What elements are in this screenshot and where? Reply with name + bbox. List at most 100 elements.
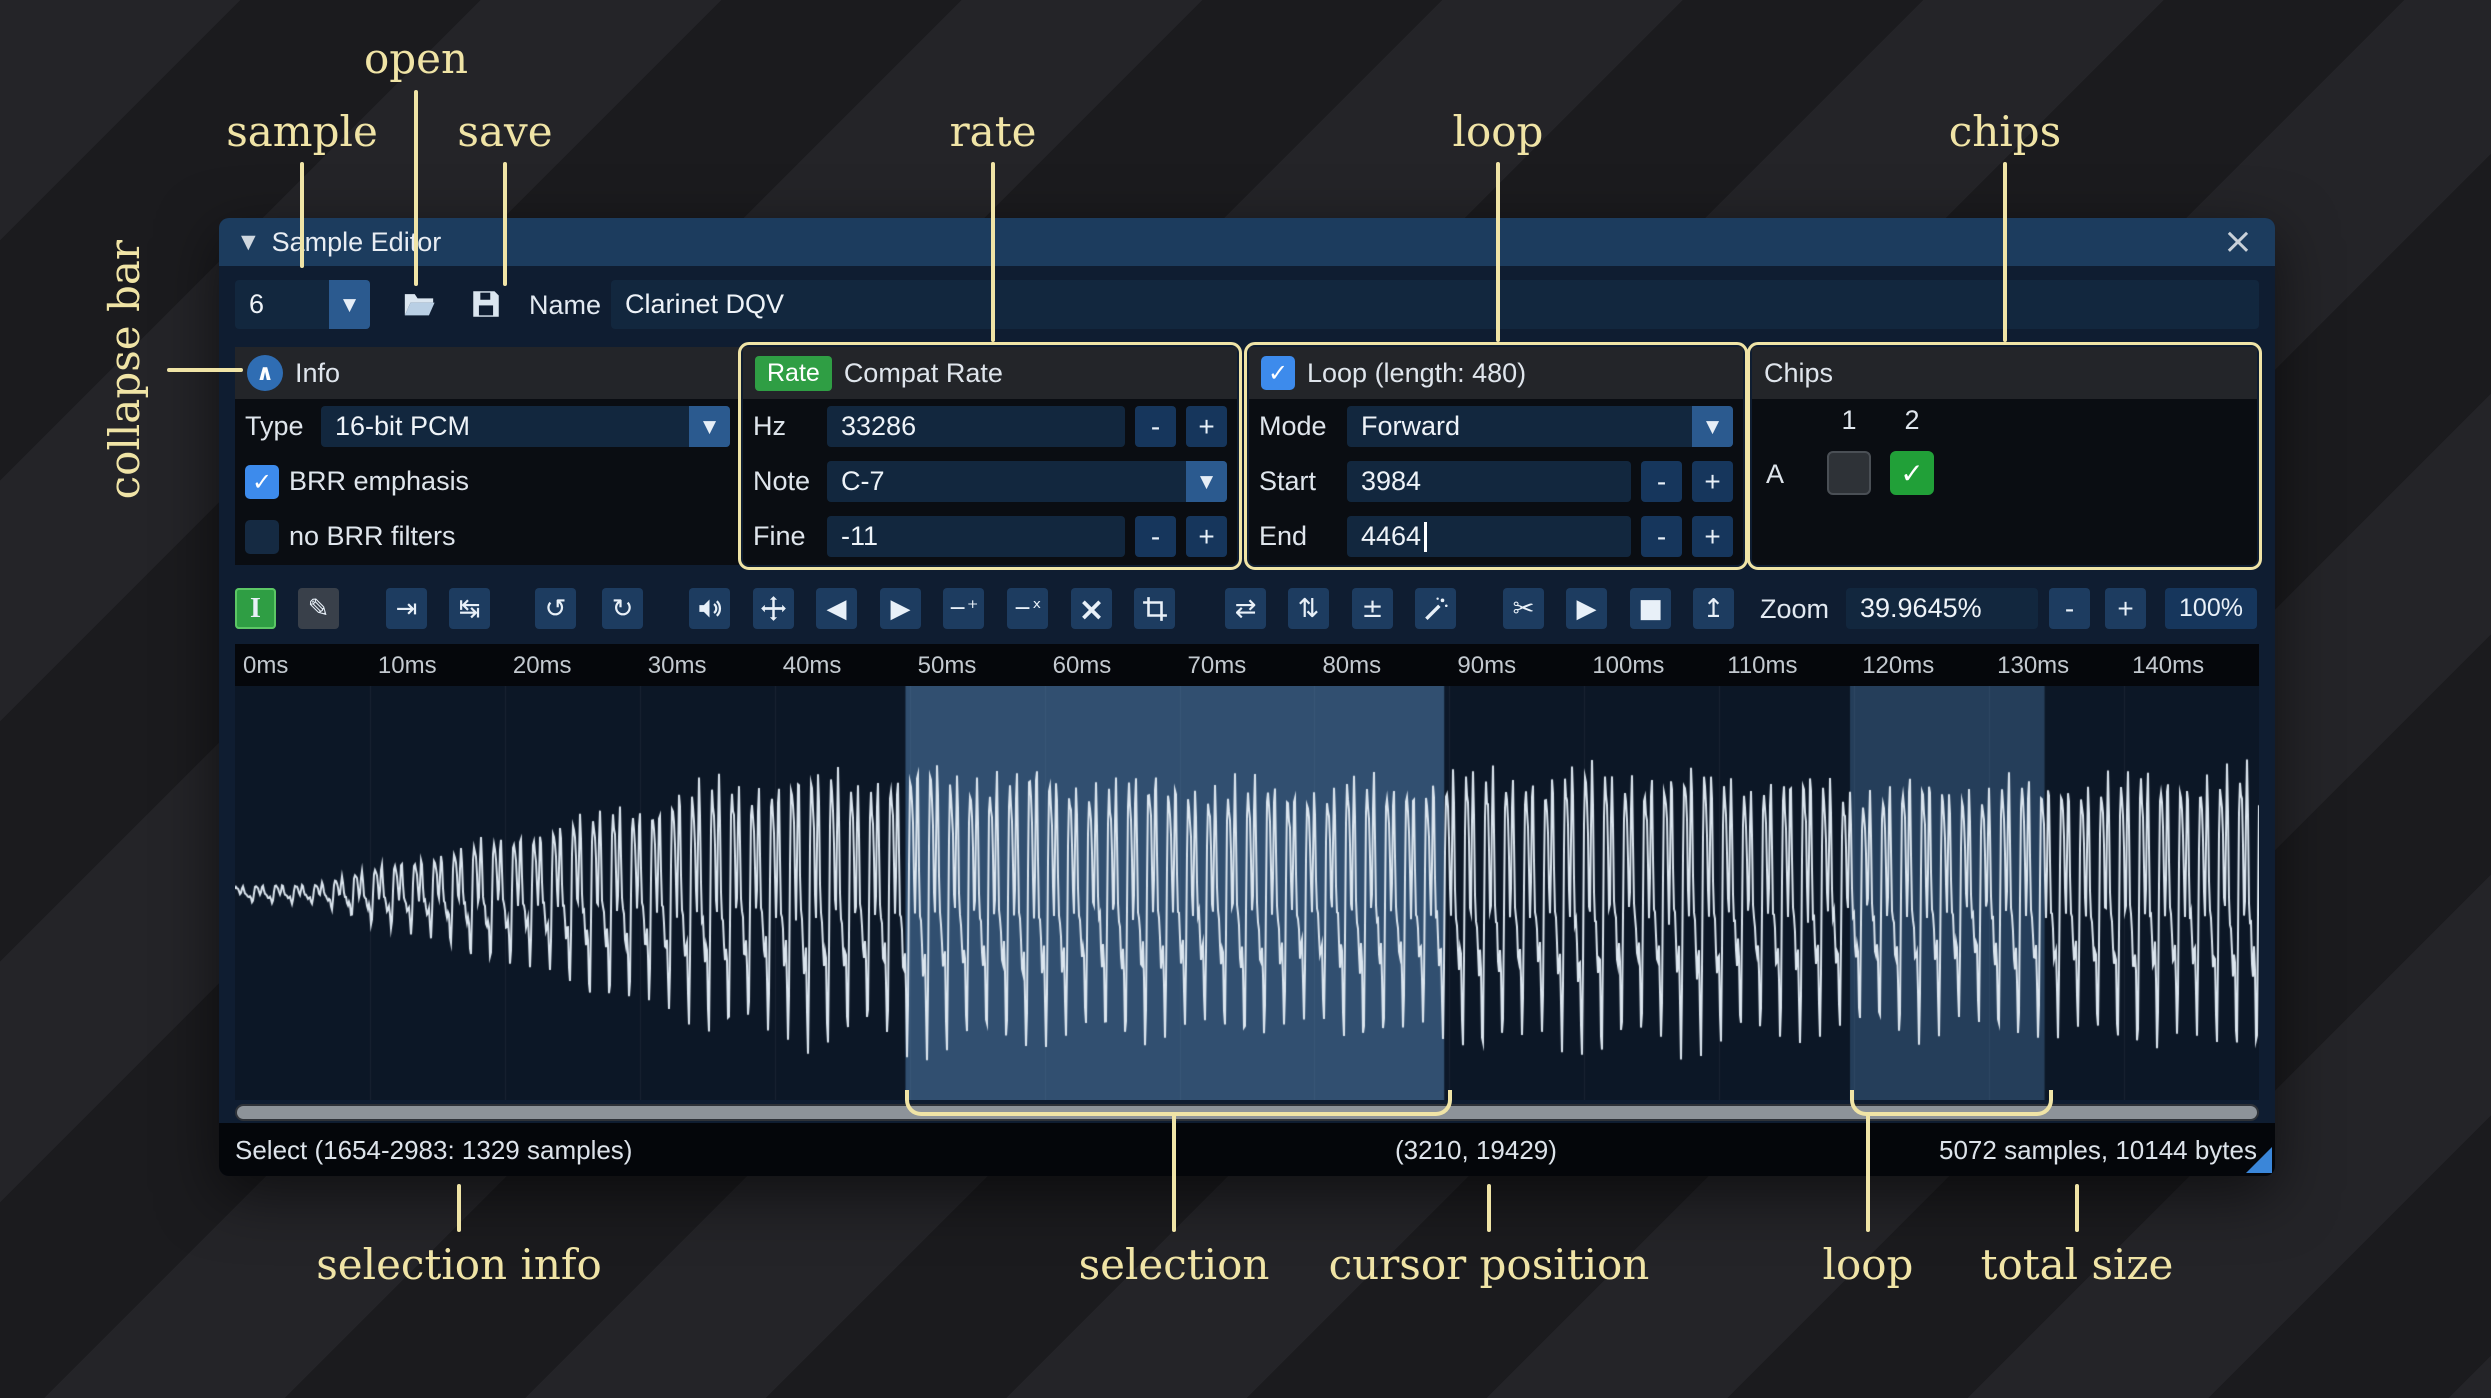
sample-name-input[interactable]: Clarinet DQV — [611, 280, 2259, 329]
hz-increment-button[interactable]: + — [1186, 406, 1227, 447]
resample-button[interactable]: ↹ — [449, 588, 490, 629]
invert-button[interactable]: ⇅ — [1288, 588, 1329, 629]
redo-icon: ↻ — [611, 593, 634, 624]
window-titlebar[interactable]: ▼ Sample Editor × — [219, 218, 2275, 266]
loop-start-decrement-button[interactable]: - — [1641, 461, 1682, 502]
select-tool-button[interactable]: I — [235, 588, 276, 629]
fine-row: Fine -11 - + — [743, 509, 1237, 564]
chips-header: Chips — [1752, 347, 2257, 399]
rate-tag[interactable]: Rate — [755, 355, 832, 391]
chevron-down-icon[interactable]: ▼ — [1186, 461, 1227, 502]
chip-column-1: 1 — [1841, 405, 1857, 435]
loop-start-input[interactable]: 3984 — [1347, 461, 1631, 502]
window-collapse-icon[interactable]: ▼ — [241, 231, 256, 253]
filter-button[interactable] — [1415, 588, 1456, 629]
fine-value: -11 — [841, 521, 879, 551]
annotation-line — [503, 162, 507, 286]
sample-type-row: Type 16-bit PCM ▼ — [235, 399, 740, 454]
timeline-label: 80ms — [1322, 652, 1382, 679]
redo-button[interactable]: ↻ — [602, 588, 643, 629]
sample-type-select[interactable]: 16-bit PCM ▼ — [321, 406, 730, 447]
sample-number-value: 6 — [249, 289, 265, 319]
info-panel: ∧ Info Type 16-bit PCM ▼ ✓ BRR emphasis … — [235, 347, 740, 565]
timeline-label: 90ms — [1457, 652, 1517, 679]
sample-number-select[interactable]: 6 ▼ — [235, 280, 370, 329]
chips-panel: Chips 1 2 A ✓ ✓ — [1747, 342, 2262, 570]
insert-silence-icon: −⁺ — [948, 595, 979, 621]
waveform-canvas[interactable] — [235, 686, 2259, 1100]
collapse-section-button[interactable]: ∧ — [247, 355, 283, 391]
loop-start-increment-button[interactable]: + — [1692, 461, 1733, 502]
resize-icon: ⇥ — [395, 593, 418, 624]
amplify-button[interactable] — [689, 588, 730, 629]
fine-increment-button[interactable]: + — [1186, 516, 1227, 557]
check-icon: ✓ — [251, 467, 273, 496]
hz-row: Hz 33286 - + — [743, 399, 1237, 454]
chips-grid: 1 2 A ✓ ✓ — [1752, 399, 2257, 565]
stop-button[interactable]: ■ — [1630, 588, 1671, 629]
loop-end-increment-button[interactable]: + — [1692, 516, 1733, 557]
normalize-button[interactable] — [753, 588, 794, 629]
window-resize-grip[interactable] — [2246, 1147, 2272, 1173]
hz-input[interactable]: 33286 — [827, 406, 1125, 447]
loop-start-row: Start 3984 - + — [1249, 454, 1743, 509]
annotation-line — [1866, 1114, 1870, 1232]
timeline-label: 10ms — [377, 652, 437, 679]
reverse-button[interactable]: ⇄ — [1225, 588, 1266, 629]
save-sample-button[interactable] — [464, 282, 508, 326]
crop-icon — [1142, 596, 1167, 621]
loop-end-input[interactable]: 4464 — [1347, 516, 1631, 557]
timeline-ruler: 0ms 10ms 20ms 30ms 40ms 50ms 60ms 70ms 80ms 90ms 1… — [235, 644, 2259, 686]
check-icon: ✓ — [1900, 456, 1924, 490]
annotation-selection-info: selection info — [316, 1240, 602, 1289]
timeline-label: 140ms — [2132, 652, 2205, 679]
timeline-label: 0ms — [243, 652, 289, 679]
chip-2-checkbox[interactable]: ✓ — [1890, 451, 1934, 495]
timeline-label: 60ms — [1052, 652, 1112, 679]
delete-button[interactable]: × — [1071, 588, 1112, 629]
note-select[interactable]: C-7 ▼ — [827, 461, 1227, 502]
chip-1-checkbox[interactable]: ✓ — [1827, 451, 1871, 495]
chevron-down-icon[interactable]: ▼ — [329, 280, 370, 329]
resize-button[interactable]: ⇥ — [386, 588, 427, 629]
zoom-in-button[interactable]: + — [2105, 588, 2146, 629]
annotation-line — [1172, 1114, 1176, 1232]
annotation-open: open — [363, 34, 469, 83]
magic-wand-icon — [1424, 597, 1448, 620]
draw-tool-button[interactable]: ✎ — [298, 588, 339, 629]
crosscut-button[interactable]: ✂ — [1503, 588, 1544, 629]
screenshot-stage: sample open save rate loop chips collaps… — [0, 0, 2491, 1398]
insert-silence-button[interactable]: −⁺ — [943, 588, 984, 629]
no-brr-filters-checkbox[interactable]: ✓ — [245, 519, 279, 554]
loop-mode-select[interactable]: Forward ▼ — [1347, 406, 1733, 447]
chevron-down-icon[interactable]: ▼ — [1692, 406, 1733, 447]
triangle-right-icon: ▶ — [890, 593, 911, 624]
fine-input[interactable]: -11 — [827, 516, 1125, 557]
undo-icon: ↺ — [544, 593, 567, 624]
close-icon[interactable]: × — [2223, 224, 2253, 260]
brr-emphasis-checkbox[interactable]: ✓ — [245, 464, 279, 499]
chip-upload-button[interactable]: ↥ — [1693, 588, 1734, 629]
select-tool-icon: I — [250, 592, 261, 624]
fade-out-button[interactable]: ▶ — [880, 588, 921, 629]
rate-title: Compat Rate — [843, 357, 1003, 388]
fade-in-button[interactable]: ◀ — [816, 588, 857, 629]
zoom-reset-button[interactable]: 100% — [2165, 588, 2257, 629]
preview-button[interactable]: ▶ — [1566, 588, 1607, 629]
hz-decrement-button[interactable]: - — [1135, 406, 1176, 447]
loop-enable-checkbox[interactable]: ✓ — [1261, 356, 1295, 390]
scissors-icon: ✂ — [1512, 593, 1535, 624]
annotation-total-size: total size — [1980, 1240, 2174, 1289]
chevron-down-icon[interactable]: ▼ — [689, 406, 730, 447]
open-sample-button[interactable] — [397, 282, 441, 326]
apply-silence-icon: −ˣ — [1013, 595, 1042, 621]
fine-decrement-button[interactable]: - — [1135, 516, 1176, 557]
zoom-out-button[interactable]: - — [2049, 588, 2090, 629]
undo-button[interactable]: ↺ — [535, 588, 576, 629]
apply-silence-button[interactable]: −ˣ — [1007, 588, 1048, 629]
speaker-icon — [699, 599, 721, 618]
zoom-input[interactable]: 39.9645% — [1846, 588, 2038, 629]
signedness-button[interactable]: ± — [1352, 588, 1393, 629]
loop-end-decrement-button[interactable]: - — [1641, 516, 1682, 557]
trim-button[interactable] — [1134, 588, 1175, 629]
